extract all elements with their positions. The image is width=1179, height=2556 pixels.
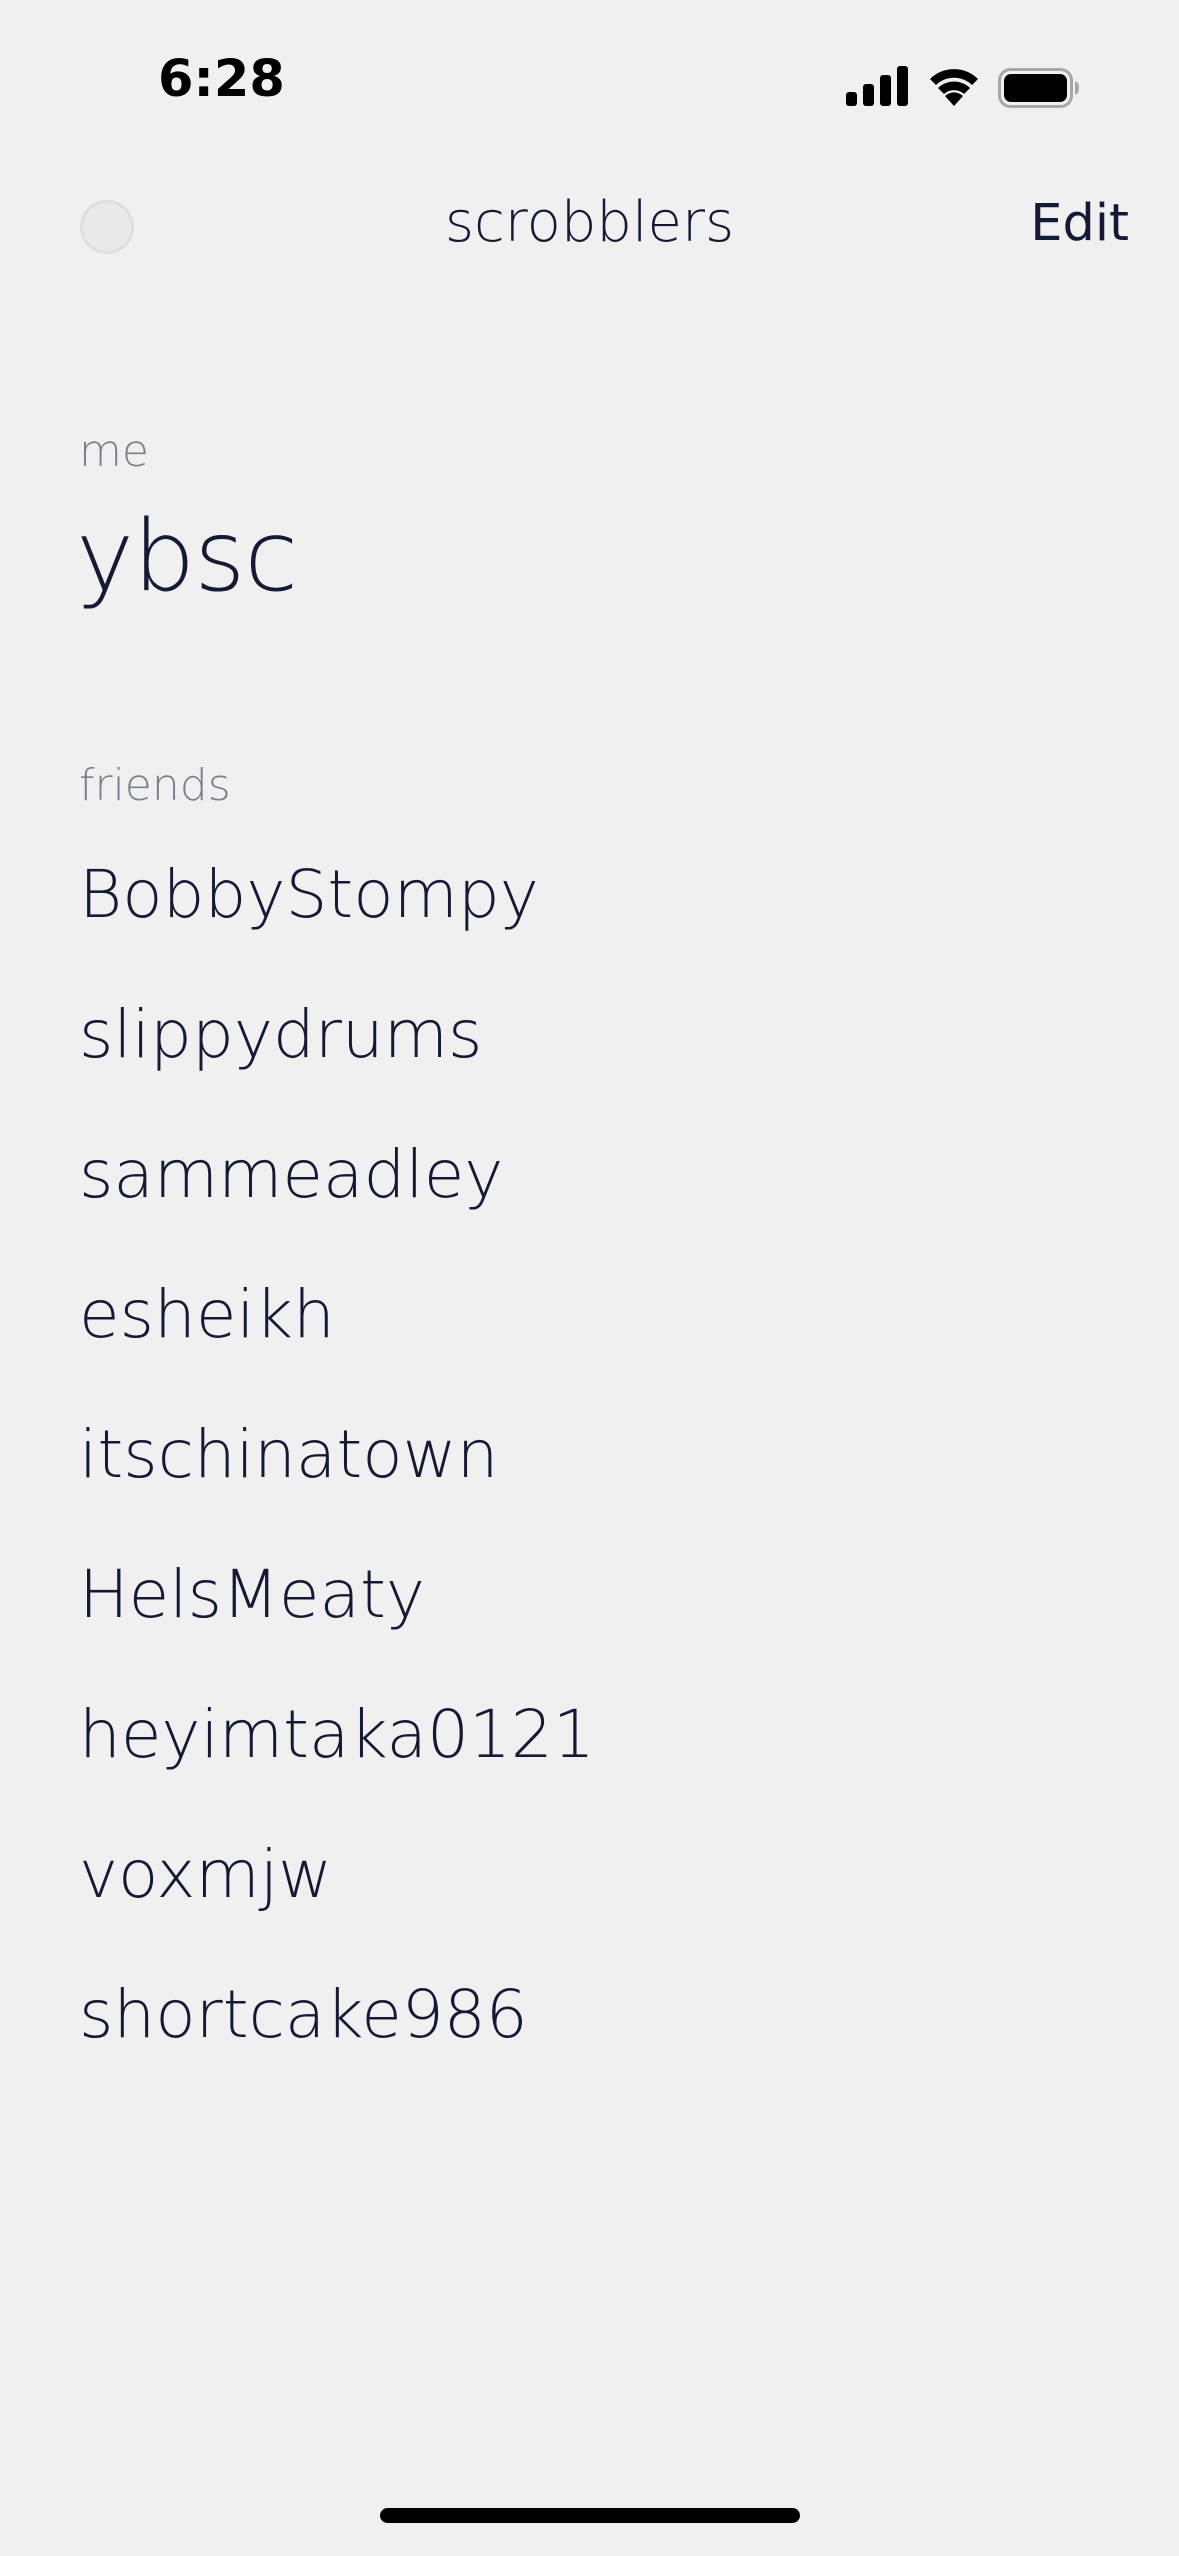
page-title: scrobblers (444, 190, 735, 255)
status-bar: 6:28 (0, 0, 1179, 170)
nav-bar: scrobblers Edit (0, 170, 1179, 280)
me-section-label: me (79, 426, 149, 477)
list-item[interactable]: sammeadley (0, 1120, 1179, 1260)
me-username[interactable]: ybsc (76, 500, 298, 614)
list-item[interactable]: BobbyStompy (0, 840, 1179, 980)
list-item[interactable]: itschinatown (0, 1400, 1179, 1540)
list-item[interactable]: heyimtaka0121 (0, 1680, 1179, 1820)
wifi-icon (926, 64, 982, 110)
status-icons (840, 60, 1080, 112)
home-indicator[interactable] (380, 2508, 800, 2523)
list-item[interactable]: shortcake986 (0, 1960, 1179, 2100)
list-item[interactable]: esheikh (0, 1260, 1179, 1400)
list-item[interactable]: voxmjw (0, 1820, 1179, 1960)
list-item[interactable]: HelsMeaty (0, 1540, 1179, 1680)
cellular-signal-icon (846, 66, 910, 110)
edit-button[interactable]: Edit (1030, 194, 1129, 253)
battery-icon (998, 68, 1080, 112)
list-item[interactable]: slippydrums (0, 980, 1179, 1120)
status-time: 6:28 (158, 50, 285, 109)
friends-section-label: friends (79, 760, 231, 811)
friends-list: BobbyStompy slippydrums sammeadley eshei… (0, 840, 1179, 2100)
